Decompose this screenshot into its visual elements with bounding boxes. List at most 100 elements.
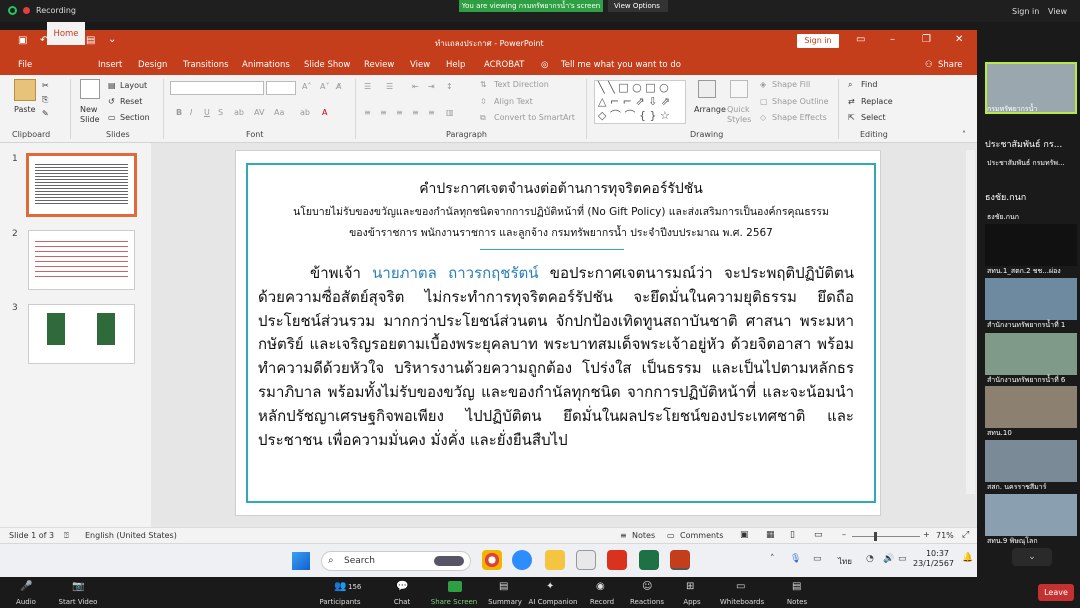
new-slide-button[interactable]: New Slide [80, 105, 110, 125]
chat-icon[interactable]: 💬 [396, 581, 408, 592]
align-text-button[interactable]: Align Text [494, 97, 533, 106]
file-explorer-icon[interactable] [545, 550, 565, 570]
video-tile[interactable] [985, 278, 1077, 320]
zoom-view-button[interactable]: View [1048, 7, 1067, 16]
notification-icon[interactable]: 🔔 [962, 553, 973, 563]
whiteboard-icon[interactable]: ▭ [736, 581, 745, 592]
save-icon[interactable]: ▣ [18, 35, 27, 46]
video-off-icon[interactable]: 📷 [72, 581, 84, 592]
clear-format-icon[interactable]: A̸ [336, 82, 341, 91]
start-icon[interactable] [292, 552, 310, 570]
tab-home[interactable]: Home [47, 22, 85, 45]
align-right-icon[interactable]: ≡ [396, 108, 403, 117]
section-button[interactable]: Section [120, 113, 150, 122]
zoom-slider[interactable] [852, 536, 920, 537]
strike-icon[interactable]: ab [234, 108, 244, 117]
zoom-out-icon[interactable]: – [842, 530, 846, 539]
tab-acrobat[interactable]: ACROBAT [484, 60, 524, 70]
grow-font-icon[interactable]: A˄ [302, 82, 311, 91]
video-tile[interactable] [985, 386, 1077, 428]
bold-icon[interactable]: B [176, 108, 182, 117]
video-tile[interactable] [985, 224, 1077, 266]
language-status[interactable]: English (United States) [85, 531, 177, 540]
line-spacing-icon[interactable]: ↕ [446, 82, 453, 91]
normal-view-icon[interactable]: ▣ [740, 530, 749, 540]
tab-transitions[interactable]: Transitions [183, 60, 229, 70]
zoom-sign-in[interactable]: Sign in [1012, 7, 1039, 16]
tab-file[interactable]: File [18, 60, 32, 70]
format-painter-icon[interactable]: ✎ [42, 109, 49, 118]
calendar-icon[interactable] [576, 550, 596, 570]
minimize-icon[interactable]: – [890, 34, 895, 45]
shape-fill-button[interactable]: Shape Fill [772, 80, 810, 89]
comments-button[interactable]: Comments [680, 531, 723, 540]
tray-app-icon[interactable]: ▭ [813, 554, 822, 564]
vertical-scrollbar[interactable] [966, 150, 975, 494]
summary-icon[interactable]: ▤ [499, 581, 508, 592]
tab-review[interactable]: Review [364, 60, 394, 70]
shrink-font-icon[interactable]: A˅ [320, 82, 329, 91]
zoom-app-icon[interactable] [512, 550, 532, 570]
video-tile[interactable] [985, 333, 1077, 375]
justify-icon[interactable]: ≡ [412, 108, 419, 117]
numbering-icon[interactable]: ☰ [386, 82, 393, 91]
whiteboards-button[interactable]: Whiteboards [712, 598, 772, 606]
case-icon[interactable]: Aa [274, 108, 284, 117]
align-left-icon[interactable]: ≡ [364, 108, 371, 117]
find-button[interactable]: Find [861, 80, 877, 89]
sign-in-button[interactable]: Sign in [797, 34, 839, 48]
participants-icon[interactable]: 👥 [334, 581, 346, 592]
slide-thumbnail-2[interactable] [28, 230, 135, 290]
ribbon-display-icon[interactable]: ▭ [856, 34, 865, 45]
wifi-icon[interactable]: ◔ [866, 554, 874, 564]
chat-button[interactable]: Chat [372, 598, 432, 606]
apps-icon[interactable]: ⊞ [686, 581, 694, 592]
spacing-icon[interactable]: AV [254, 108, 264, 117]
mic-icon[interactable]: 🎙 [790, 554, 801, 564]
select-button[interactable]: Select [861, 113, 886, 122]
record-button-icon[interactable]: ◉ [596, 581, 605, 592]
new-slide-icon[interactable] [80, 79, 100, 99]
bullets-icon[interactable]: ☰ [364, 82, 371, 91]
view-options-button[interactable]: View Options [608, 0, 668, 12]
mic-muted-icon[interactable]: 🎤 [20, 581, 32, 592]
tab-help[interactable]: Help [446, 60, 465, 70]
tell-me-search[interactable]: Tell me what you want to do [561, 60, 681, 70]
taskbar-search[interactable]: ⌕ Search [321, 551, 471, 571]
distribute-icon[interactable]: ≡ [428, 108, 435, 117]
reading-view-icon[interactable]: ▯ [790, 530, 795, 540]
align-center-icon[interactable]: ≡ [380, 108, 387, 117]
ai-companion-icon[interactable]: ✦ [546, 581, 554, 592]
input-language[interactable]: ไทย [838, 555, 852, 568]
tab-design[interactable]: Design [138, 60, 167, 70]
slide-thumbnail-1[interactable] [26, 153, 137, 217]
text-direction-button[interactable]: Text Direction [494, 80, 549, 89]
font-name-box[interactable] [170, 81, 264, 95]
restore-icon[interactable]: ❐ [922, 34, 931, 45]
paste-button[interactable]: Paste [14, 105, 36, 114]
fit-slide-icon[interactable]: ⤢ [962, 530, 969, 540]
zoom-slider-thumb[interactable] [874, 532, 877, 541]
reactions-icon[interactable]: ☺ [642, 581, 652, 592]
reset-button[interactable]: Reset [120, 97, 142, 106]
tab-animations[interactable]: Animations [242, 60, 290, 70]
replace-button[interactable]: Replace [861, 97, 893, 106]
shadow-icon[interactable]: S [218, 108, 223, 117]
convert-smartart-button[interactable]: Convert to SmartArt [494, 113, 575, 122]
quick-styles-button[interactable]: Quick Styles [727, 105, 757, 125]
close-icon[interactable]: ✕ [955, 34, 963, 45]
share-screen-icon[interactable] [448, 581, 462, 592]
tab-view[interactable]: View [410, 60, 430, 70]
chevron-down-icon[interactable]: ⌄ [1012, 548, 1052, 566]
video-tile[interactable] [985, 440, 1077, 482]
start-video-button[interactable]: Start Video [48, 598, 108, 606]
shape-outline-button[interactable]: Shape Outline [772, 97, 829, 106]
shape-effects-button[interactable]: Shape Effects [772, 113, 827, 122]
present-icon[interactable]: ▤ [86, 35, 95, 46]
copy-icon[interactable]: ⎘ [42, 95, 48, 105]
tab-slide-show[interactable]: Slide Show [304, 60, 350, 70]
accessibility-icon[interactable]: ⍰ [64, 531, 69, 541]
customize-icon[interactable]: ⌄ [108, 34, 116, 45]
notes-button[interactable]: Notes [632, 531, 655, 540]
cut-icon[interactable]: ✂ [42, 81, 49, 90]
